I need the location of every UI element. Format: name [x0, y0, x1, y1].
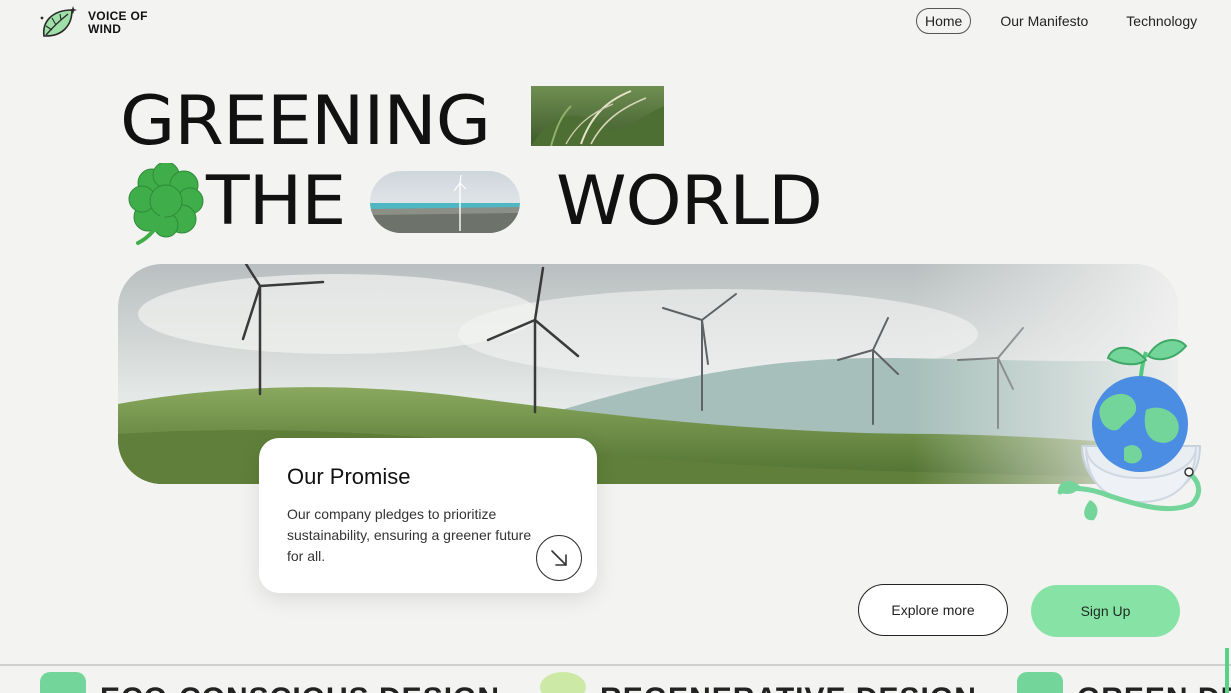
sign-up-button[interactable]: Sign Up: [1031, 585, 1180, 637]
headline-word-the: THE: [206, 162, 346, 241]
headline-word-world: WORLD: [556, 162, 823, 241]
leaf-icon: [40, 672, 86, 693]
wind-farm-image: [370, 171, 520, 233]
section-divider: [0, 664, 1231, 666]
explore-more-button[interactable]: Explore more: [858, 584, 1008, 636]
marquee-item: REGENERATIVE DESIGN: [540, 672, 977, 693]
page: VOICE OF WIND Home Our Manifesto Technol…: [0, 0, 1231, 693]
headline-word-greening: GREENING: [120, 82, 491, 161]
features-marquee: ECO-CONSCIOUS DESIGN REGENERATIVE DESIGN…: [0, 672, 1231, 693]
promise-card: Our Promise Our company pledges to prior…: [259, 438, 597, 593]
clover-icon: [128, 163, 204, 245]
marquee-label: REGENERATIVE DESIGN: [600, 682, 977, 693]
promise-text: Our company pledges to prioritize sustai…: [287, 506, 532, 564]
marquee-item: GREEN DESI: [1016, 672, 1231, 693]
globe-sprout-icon: [1057, 339, 1202, 521]
marquee-label: ECO-CONSCIOUS DESIGN: [100, 682, 500, 693]
arrow-down-right-icon: [551, 550, 567, 566]
leaf-icon: [1016, 672, 1063, 693]
sprout-icon: [540, 672, 587, 693]
marquee-item: ECO-CONSCIOUS DESIGN: [40, 672, 500, 693]
hero-headline: GREENING THE WORLD: [0, 0, 1231, 260]
marquee-label: GREEN DESI: [1077, 682, 1231, 693]
promise-title: Our Promise: [287, 464, 411, 489]
grass-image: [531, 86, 664, 146]
promise-arrow-button[interactable]: [536, 535, 582, 581]
scrollbar-thumb[interactable]: [1225, 648, 1229, 693]
